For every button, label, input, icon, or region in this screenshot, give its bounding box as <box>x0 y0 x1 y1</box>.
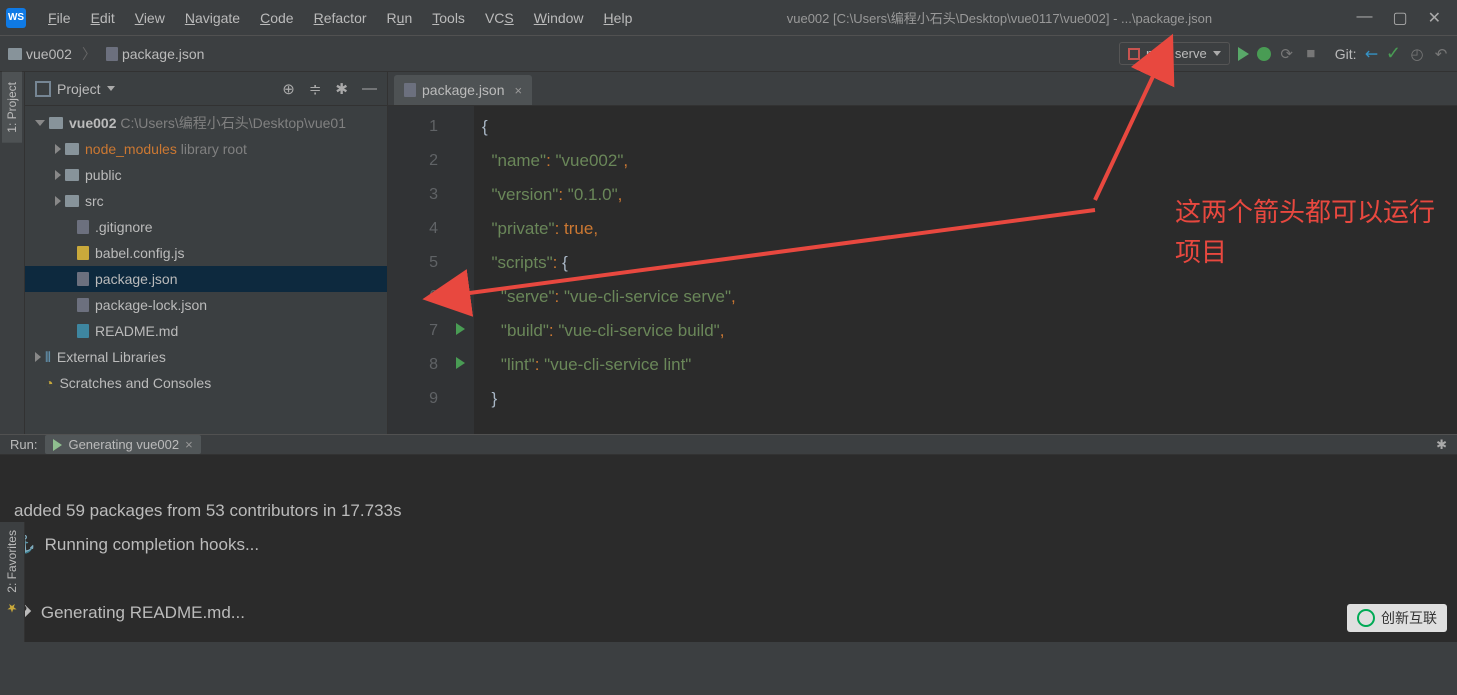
tree-folder-src[interactable]: src <box>25 188 387 214</box>
run-panel-label: Run: <box>10 437 37 452</box>
side-tab-favorites[interactable]: 2: Favorites ★ <box>0 522 25 642</box>
gutter-run-icon[interactable] <box>456 323 465 335</box>
menu-tools[interactable]: Tools <box>422 6 475 30</box>
menu-refactor[interactable]: Refactor <box>304 6 377 30</box>
history-icon[interactable]: ◴ <box>1409 46 1425 62</box>
play-icon <box>53 439 62 451</box>
chevron-down-icon[interactable] <box>107 86 115 91</box>
gutter-run-icon[interactable] <box>456 289 465 301</box>
hide-icon[interactable]: — <box>362 80 377 98</box>
tree-folder-public[interactable]: public <box>25 162 387 188</box>
coverage-button[interactable]: ⟳ <box>1279 46 1295 62</box>
chevron-down-icon <box>1213 51 1221 56</box>
maximize-icon[interactable]: ▢ <box>1392 8 1407 28</box>
tree-file-readme[interactable]: README.md <box>25 318 387 344</box>
stop-button[interactable]: ■ <box>1303 46 1319 62</box>
editor-tab-package[interactable]: package.json × <box>394 75 532 105</box>
minimize-icon[interactable]: — <box>1356 8 1372 28</box>
tree-file-babel[interactable]: babel.config.js <box>25 240 387 266</box>
side-tab-project[interactable]: 1: Project <box>2 72 22 143</box>
project-panel-title: Project <box>57 81 101 97</box>
gear-icon[interactable]: ✱ <box>335 80 348 98</box>
breadcrumb-file: package.json <box>122 46 205 62</box>
tree-file-packagelock[interactable]: package-lock.json <box>25 292 387 318</box>
git-commit-icon[interactable]: ✓ <box>1386 43 1401 64</box>
project-view-icon <box>35 81 51 97</box>
menu-file[interactable]: File <box>38 6 81 30</box>
run-panel-tab[interactable]: Generating vue002 × <box>45 435 200 454</box>
menu-vcs[interactable]: VCS <box>475 6 524 30</box>
run-config-label: npm serve <box>1146 46 1207 61</box>
tree-file-package[interactable]: package.json <box>25 266 387 292</box>
git-update-icon[interactable]: ↙ <box>1359 42 1383 66</box>
npm-icon <box>1128 48 1140 60</box>
menu-run[interactable]: Run <box>377 6 423 30</box>
tree-node-modules[interactable]: node_modules library root <box>25 136 387 162</box>
menu-view[interactable]: View <box>125 6 175 30</box>
line-gutter: 123456789 <box>388 106 446 434</box>
close-icon[interactable]: ✕ <box>1428 8 1441 28</box>
window-title: vue002 [C:\Users\编程小石头\Desktop\vue0117\v… <box>642 8 1356 27</box>
target-icon[interactable]: ⊕ <box>282 80 295 98</box>
close-tab-icon[interactable]: × <box>515 83 523 98</box>
git-label: Git: <box>1335 46 1357 62</box>
run-config-selector[interactable]: npm serve <box>1119 42 1230 65</box>
menu-window[interactable]: Window <box>524 6 594 30</box>
revert-icon[interactable]: ↶ <box>1433 46 1449 62</box>
annotation-text: 这两个箭头都可以运行 项目 <box>1175 192 1435 272</box>
tree-root[interactable]: vue002 C:\Users\编程小石头\Desktop\vue01 <box>25 110 387 136</box>
watermark: 创新互联 <box>1347 604 1447 632</box>
console-output[interactable]: added 59 packages from 53 contributors i… <box>0 455 1457 695</box>
app-icon: WS <box>6 8 26 28</box>
json-file-icon <box>106 47 118 61</box>
breadcrumb-project: vue002 <box>26 46 72 62</box>
gear-icon[interactable]: ✱ <box>1436 437 1447 453</box>
run-gutter <box>446 106 474 434</box>
folder-icon <box>8 48 22 60</box>
breadcrumb[interactable]: vue002 〉 package.json <box>8 44 204 64</box>
gutter-run-icon[interactable] <box>456 357 465 369</box>
menu-navigate[interactable]: Navigate <box>175 6 250 30</box>
menu-edit[interactable]: Edit <box>81 6 125 30</box>
run-button[interactable] <box>1238 47 1249 61</box>
close-icon[interactable]: × <box>185 437 193 452</box>
tree-external-libs[interactable]: ⫴External Libraries <box>25 344 387 370</box>
tree-scratches[interactable]: ◔Scratches and Consoles <box>25 370 387 396</box>
debug-button[interactable] <box>1257 47 1271 61</box>
menu-code[interactable]: Code <box>250 6 303 30</box>
json-file-icon <box>404 83 416 97</box>
collapse-icon[interactable]: ≑ <box>309 80 322 98</box>
tree-file-gitignore[interactable]: .gitignore <box>25 214 387 240</box>
menu-help[interactable]: Help <box>594 6 643 30</box>
